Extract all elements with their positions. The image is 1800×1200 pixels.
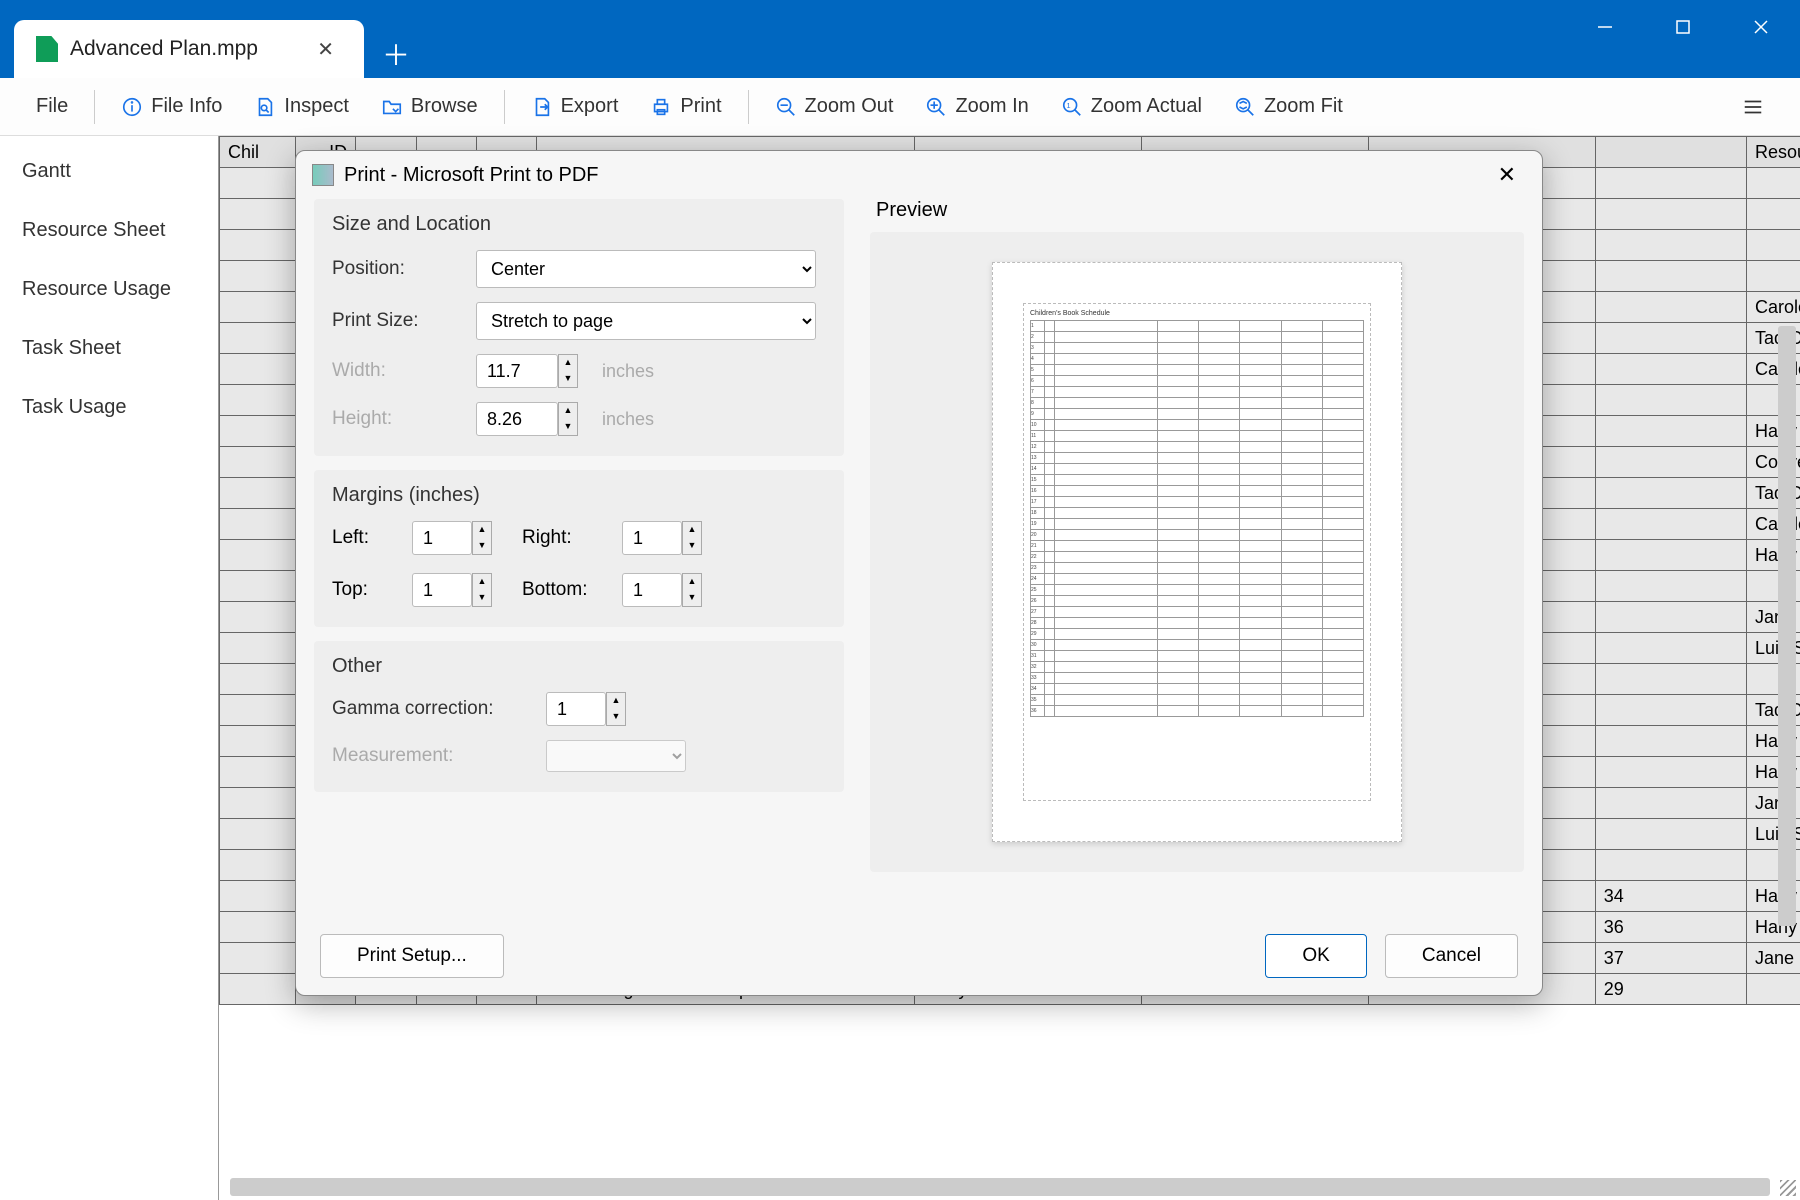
gamma-spinner[interactable]: ▲▼ (606, 692, 626, 726)
minimize-button[interactable] (1566, 0, 1644, 54)
ok-button[interactable]: OK (1265, 934, 1366, 978)
svg-text:1: 1 (1066, 100, 1070, 109)
size-location-heading: Size and Location (332, 213, 826, 236)
preview-heading: Preview (870, 199, 1524, 222)
height-spinner[interactable]: ▲▼ (558, 402, 578, 436)
preview-doc-title: Children's Book Schedule (1030, 310, 1364, 317)
close-button[interactable] (1722, 0, 1800, 54)
tab-close-icon[interactable]: ✕ (309, 33, 342, 66)
margin-bottom-label: Bottom: (522, 579, 622, 601)
cancel-button[interactable]: Cancel (1385, 934, 1518, 978)
margin-right-label: Right: (522, 527, 622, 549)
zoom-actual-icon: 1 (1061, 96, 1083, 118)
export-icon (531, 96, 553, 118)
toolbar: File File Info Inspect Browse Export Pri… (0, 78, 1800, 136)
vertical-scrollbar[interactable] (1778, 326, 1796, 926)
window-controls (1566, 0, 1800, 54)
tab-title: Advanced Plan.mpp (70, 37, 297, 61)
preview-panel: Children's Book Schedule 123456789101112… (870, 232, 1524, 872)
zoom-actual-button[interactable]: 1Zoom Actual (1045, 89, 1218, 124)
dialog-icon (312, 164, 334, 186)
dialog-footer: Print Setup... OK Cancel (296, 917, 1542, 995)
sidebar-item-gantt[interactable]: Gantt (0, 142, 218, 201)
inspect-button[interactable]: Inspect (238, 89, 364, 124)
margin-bottom-input[interactable] (622, 573, 682, 607)
inspect-icon (254, 96, 276, 118)
export-button[interactable]: Export (515, 89, 635, 124)
margin-top-spinner[interactable]: ▲▼ (472, 573, 492, 607)
file-info-button[interactable]: File Info (105, 89, 238, 124)
print-setup-button[interactable]: Print Setup... (320, 934, 504, 978)
position-select[interactable]: Center (476, 250, 816, 288)
zoom-out-icon (775, 96, 797, 118)
other-group: Other Gamma correction: ▲▼ Measurement: (314, 641, 844, 792)
zoom-in-button[interactable]: Zoom In (909, 89, 1044, 124)
margin-left-label: Left: (332, 527, 412, 549)
horizontal-scrollbar[interactable] (230, 1178, 1770, 1196)
gamma-label: Gamma correction: (332, 698, 532, 720)
measurement-select (546, 740, 686, 772)
margin-bottom-spinner[interactable]: ▲▼ (682, 573, 702, 607)
zoom-fit-icon (1234, 96, 1256, 118)
print-dialog: Print - Microsoft Print to PDF ✕ Size an… (295, 150, 1543, 996)
margin-left-spinner[interactable]: ▲▼ (472, 521, 492, 555)
folder-icon (381, 96, 403, 118)
margin-right-input[interactable] (622, 521, 682, 555)
margin-top-label: Top: (332, 579, 412, 601)
size-location-group: Size and Location Position: Center Print… (314, 199, 844, 456)
sidebar-item-task-usage[interactable]: Task Usage (0, 378, 218, 437)
resize-grip[interactable] (1780, 1180, 1796, 1196)
sidebar-item-resource-sheet[interactable]: Resource Sheet (0, 201, 218, 260)
height-label: Height: (332, 408, 462, 430)
width-spinner[interactable]: ▲▼ (558, 354, 578, 388)
sidebar-item-resource-usage[interactable]: Resource Usage (0, 260, 218, 319)
dialog-title: Print - Microsoft Print to PDF (344, 164, 599, 187)
margin-left-input[interactable] (412, 521, 472, 555)
width-input[interactable] (476, 354, 558, 388)
margins-group: Margins (inches) Left: ▲▼ Right: ▲▼ Top:… (314, 470, 844, 627)
new-tab-button[interactable]: ＋ (382, 34, 410, 74)
browse-button[interactable]: Browse (365, 89, 494, 124)
info-icon (121, 96, 143, 118)
titlebar: Advanced Plan.mpp ✕ ＋ (0, 0, 1800, 78)
print-button[interactable]: Print (634, 89, 737, 124)
dialog-titlebar[interactable]: Print - Microsoft Print to PDF ✕ (296, 151, 1542, 199)
width-unit: inches (602, 361, 654, 382)
sidebar-item-task-sheet[interactable]: Task Sheet (0, 319, 218, 378)
document-tab[interactable]: Advanced Plan.mpp ✕ (14, 20, 364, 78)
print-icon (650, 96, 672, 118)
gamma-input[interactable] (546, 692, 606, 726)
height-input[interactable] (476, 402, 558, 436)
zoom-fit-button[interactable]: Zoom Fit (1218, 89, 1359, 124)
zoom-out-button[interactable]: Zoom Out (759, 89, 910, 124)
print-size-select[interactable]: Stretch to page (476, 302, 816, 340)
margin-right-spinner[interactable]: ▲▼ (682, 521, 702, 555)
position-label: Position: (332, 258, 462, 280)
margin-top-input[interactable] (412, 573, 472, 607)
menu-button[interactable] (1726, 90, 1780, 124)
dialog-close-icon[interactable]: ✕ (1488, 158, 1526, 192)
width-label: Width: (332, 360, 462, 382)
maximize-button[interactable] (1644, 0, 1722, 54)
measurement-label: Measurement: (332, 745, 532, 767)
document-icon (36, 36, 58, 62)
height-unit: inches (602, 409, 654, 430)
other-heading: Other (332, 655, 826, 678)
file-menu[interactable]: File (20, 89, 84, 124)
preview-page: Children's Book Schedule 123456789101112… (992, 262, 1402, 842)
hamburger-icon (1742, 96, 1764, 118)
margins-heading: Margins (inches) (332, 484, 826, 507)
print-size-label: Print Size: (332, 310, 462, 332)
zoom-in-icon (925, 96, 947, 118)
view-sidebar: Gantt Resource Sheet Resource Usage Task… (0, 136, 218, 1200)
